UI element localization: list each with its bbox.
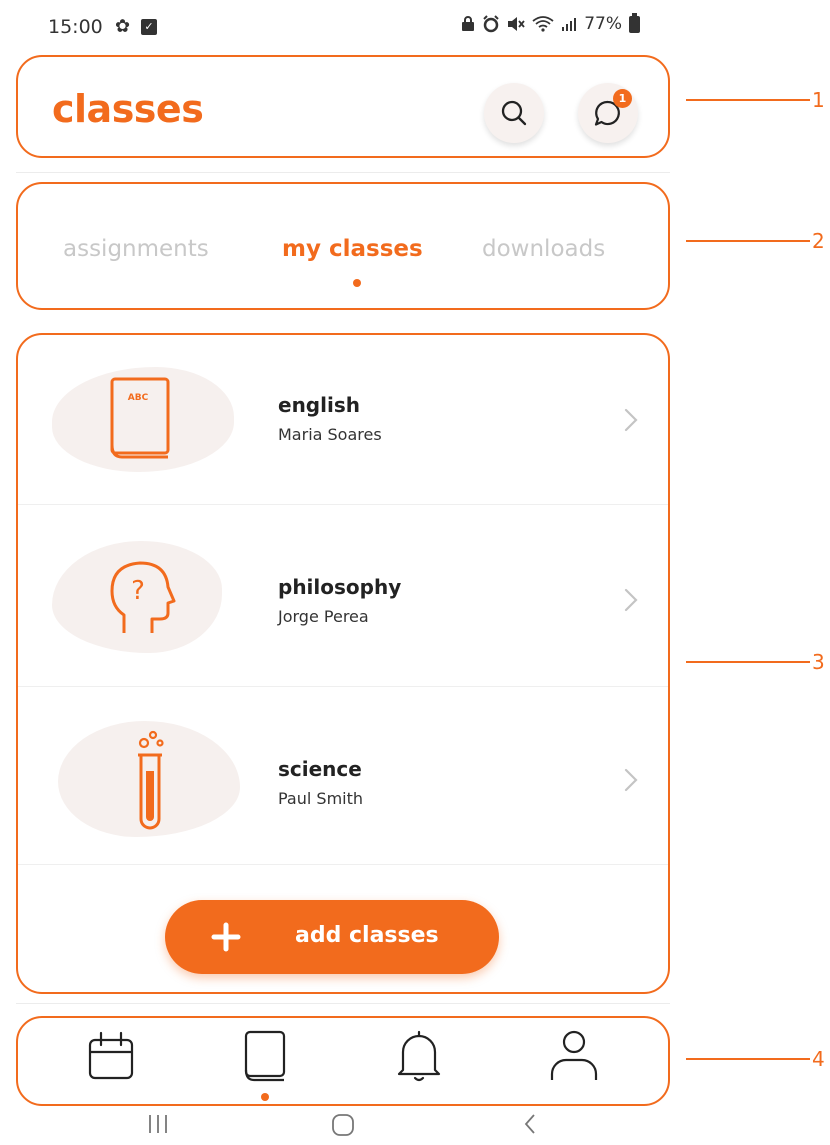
status-time: 15:00 [48, 16, 103, 38]
nav-calendar[interactable] [86, 1028, 146, 1088]
classes-section: ABC english Maria Soares ? philosophy Jo… [16, 333, 670, 994]
battery-icon [629, 12, 640, 33]
divider [16, 1003, 670, 1004]
battery-percent: 77% [584, 14, 622, 34]
wifi-icon [532, 16, 554, 32]
recents-icon[interactable] [146, 1112, 170, 1136]
search-icon [501, 100, 527, 126]
callout-number: 3 [812, 650, 825, 674]
search-button[interactable] [484, 83, 544, 143]
notification-badge: 1 [613, 89, 632, 108]
bell-icon [397, 1030, 441, 1082]
class-item-science[interactable]: science Paul Smith [18, 687, 668, 865]
profile-icon [550, 1030, 598, 1080]
nav-classes[interactable] [240, 1028, 300, 1088]
tab-assignments[interactable]: assignments [63, 236, 209, 262]
tab-my-classes[interactable]: my classes [282, 236, 423, 262]
callout-line [686, 1058, 810, 1060]
chevron-right-icon[interactable] [623, 767, 639, 793]
active-nav-indicator [261, 1093, 269, 1101]
chat-button[interactable]: 1 [578, 83, 638, 143]
tab-downloads[interactable]: downloads [482, 236, 605, 262]
class-name: philosophy [278, 575, 402, 599]
class-teacher: Jorge Perea [278, 607, 369, 626]
callout-line [686, 99, 810, 101]
callout-number: 4 [812, 1047, 825, 1071]
chevron-right-icon[interactable] [623, 587, 639, 613]
system-nav-bar [0, 1110, 680, 1145]
calendar-icon [88, 1031, 134, 1080]
plus-icon [211, 922, 241, 952]
lock-icon [462, 16, 475, 31]
class-item-philosophy[interactable]: ? philosophy Jorge Perea [18, 505, 668, 687]
alarm-icon [483, 15, 499, 33]
callout-line [686, 240, 810, 242]
callout-number: 1 [812, 88, 825, 112]
divider [16, 172, 670, 173]
book-abc-icon: ABC [110, 377, 170, 459]
active-tab-indicator [353, 279, 361, 287]
head-question-icon: ? [110, 561, 176, 633]
page-title: classes [52, 87, 204, 131]
add-classes-label: add classes [295, 923, 439, 948]
test-tube-icon [138, 730, 164, 830]
add-classes-button[interactable]: add classes [165, 900, 499, 974]
callout-number: 2 [812, 229, 825, 253]
signal-icon [562, 18, 577, 31]
book-label: ABC [128, 393, 149, 403]
class-name: science [278, 757, 362, 781]
header-section: classes 1 [16, 55, 670, 158]
class-teacher: Paul Smith [278, 789, 364, 808]
mute-icon [508, 17, 525, 31]
class-item-english[interactable]: ABC english Maria Soares [18, 335, 668, 505]
status-bar: 15:00 ✿ ✓ 77% [0, 0, 680, 50]
class-teacher: Maria Soares [278, 425, 382, 444]
back-icon[interactable] [522, 1112, 538, 1136]
checkbox-icon: ✓ [141, 19, 157, 35]
book-icon [244, 1030, 286, 1082]
nav-profile[interactable] [548, 1028, 608, 1088]
settings-icon: ✿ [115, 16, 131, 37]
tabs-section: assignments my classes downloads [16, 182, 670, 310]
question-mark: ? [131, 576, 145, 606]
home-icon[interactable] [330, 1112, 356, 1138]
chevron-right-icon[interactable] [623, 407, 639, 433]
callout-line [686, 661, 810, 663]
nav-notifications[interactable] [393, 1028, 453, 1088]
class-name: english [278, 393, 360, 417]
status-icons: 77% [461, 12, 640, 34]
bottom-nav [16, 1016, 670, 1106]
